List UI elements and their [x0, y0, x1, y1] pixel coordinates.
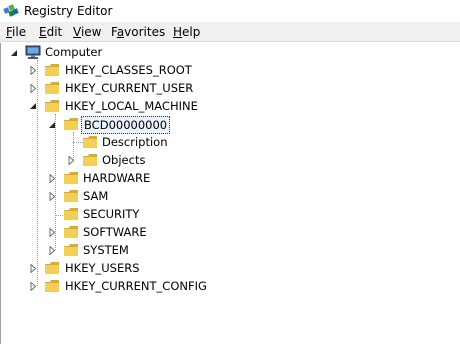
tree-label: HARDWARE: [83, 171, 151, 185]
window-title: Registry Editor: [24, 4, 113, 18]
tree-node-hardware[interactable]: HARDWARE: [1, 170, 221, 188]
folder-icon: [45, 262, 59, 274]
tree-node-computer[interactable]: Computer: [1, 44, 201, 62]
menu-view-rest: iew: [80, 25, 102, 39]
folder-icon: [64, 244, 78, 256]
folder-icon: [83, 154, 97, 166]
tree-label: SECURITY: [83, 207, 140, 221]
tree-node-system[interactable]: SYSTEM: [1, 242, 221, 260]
tree-label: HKEY_LOCAL_MACHINE: [65, 99, 198, 113]
folder-icon: [64, 172, 78, 184]
expanded-arrow-icon[interactable]: [29, 102, 38, 111]
tree-label: HKEY_CURRENT_USER: [65, 81, 194, 95]
menu-bar: File Edit View Favorites Help: [0, 22, 460, 42]
tree-label: SOFTWARE: [83, 225, 147, 239]
tree-label: Description: [102, 135, 168, 149]
collapsed-arrow-icon[interactable]: [29, 282, 38, 291]
computer-icon: [25, 45, 41, 59]
tree-node-hkey-current-user[interactable]: HKEY_CURRENT_USER: [1, 80, 221, 98]
folder-icon: [45, 100, 59, 112]
tree-label: HKEY_USERS: [65, 261, 140, 275]
menu-view-mnemonic: V: [73, 25, 81, 39]
tree-label: SAM: [83, 189, 109, 203]
collapsed-arrow-icon[interactable]: [48, 228, 57, 237]
menu-edit-mnemonic: E: [39, 25, 47, 39]
menu-favorites[interactable]: Favorites: [111, 25, 165, 39]
tree-label-selected: BCD00000000: [81, 116, 171, 134]
tree-label: SYSTEM: [83, 243, 129, 257]
collapsed-arrow-icon[interactable]: [48, 174, 57, 183]
expanded-arrow-icon[interactable]: [10, 49, 19, 58]
tree-label: Objects: [102, 153, 146, 167]
tree-node-security[interactable]: SECURITY: [1, 206, 221, 224]
folder-icon: [45, 64, 59, 76]
folder-icon: [45, 82, 59, 94]
tree-label: HKEY_CURRENT_CONFIG: [65, 279, 207, 293]
tree-node-hkey-classes-root[interactable]: HKEY_CLASSES_ROOT: [1, 62, 221, 80]
collapsed-arrow-icon[interactable]: [48, 246, 57, 255]
menu-help[interactable]: Help: [173, 25, 200, 39]
tree-node-objects[interactable]: Objects: [1, 152, 221, 170]
tree-label: HKEY_CLASSES_ROOT: [65, 63, 192, 77]
folder-icon: [64, 190, 78, 202]
menu-help-rest: elp: [182, 25, 201, 39]
tree-node-hkey-current-config[interactable]: HKEY_CURRENT_CONFIG: [1, 278, 241, 296]
registry-editor-icon: [3, 4, 19, 17]
tree-guide-line: [56, 215, 63, 216]
tree-node-description[interactable]: Description: [1, 134, 221, 152]
tree-node-sam[interactable]: SAM: [1, 188, 221, 206]
tree-node-hkey-users[interactable]: HKEY_USERS: [1, 260, 221, 278]
title-bar: Registry Editor: [0, 0, 460, 22]
folder-icon: [64, 118, 78, 130]
folder-icon: [64, 226, 78, 238]
expanded-arrow-icon[interactable]: [48, 121, 57, 130]
folder-icon: [64, 208, 78, 220]
tree-node-hkey-local-machine[interactable]: HKEY_LOCAL_MACHINE: [1, 98, 221, 116]
registry-tree: Computer HKEY_CLASSES_ROOT HKEY_CURRENT_…: [0, 43, 460, 344]
menu-view[interactable]: View: [73, 25, 101, 39]
menu-edit-rest: dit: [46, 25, 63, 39]
menu-file[interactable]: File: [6, 25, 26, 39]
menu-file-rest: ile: [12, 25, 27, 39]
folder-icon: [83, 136, 97, 148]
menu-help-mnemonic: H: [173, 25, 183, 39]
collapsed-arrow-icon[interactable]: [29, 264, 38, 273]
collapsed-arrow-icon[interactable]: [29, 66, 38, 75]
tree-node-software[interactable]: SOFTWARE: [1, 224, 221, 242]
menu-edit[interactable]: Edit: [39, 25, 62, 39]
collapsed-arrow-icon[interactable]: [48, 192, 57, 201]
collapsed-arrow-icon[interactable]: [67, 156, 76, 165]
collapsed-arrow-icon[interactable]: [29, 84, 38, 93]
tree-node-bcd00000000[interactable]: BCD00000000: [1, 116, 221, 134]
tree-label: Computer: [45, 45, 103, 59]
menu-favorites-rest: vorites: [124, 25, 166, 39]
folder-icon: [45, 280, 59, 292]
